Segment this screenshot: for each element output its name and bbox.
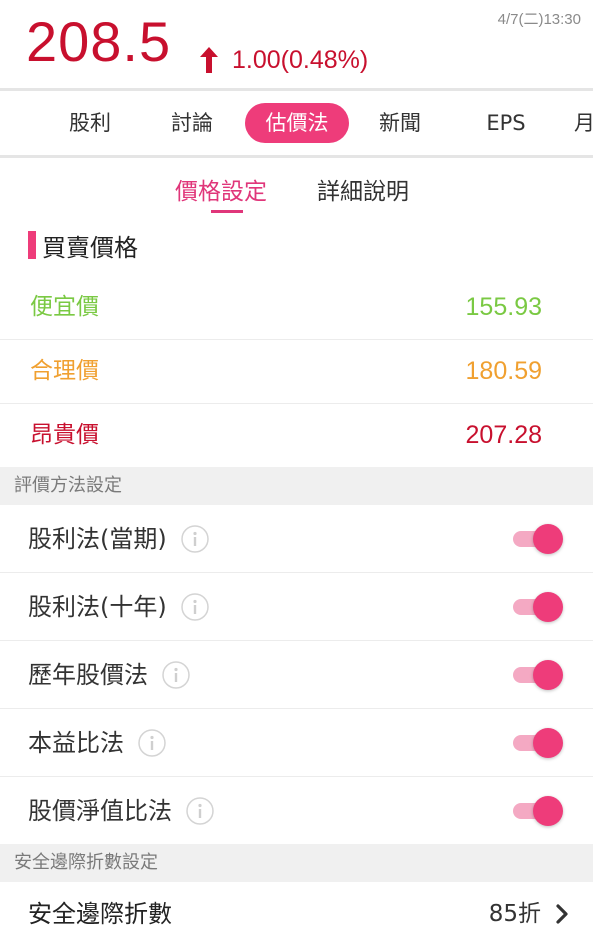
method-label: 股利法(當期) (28, 525, 167, 553)
margin-section-title: 安全邊際折數設定 (14, 852, 158, 873)
method-toggle[interactable] (511, 592, 563, 622)
subtab-details[interactable]: 詳細說明 (317, 176, 409, 208)
method-toggle[interactable] (511, 796, 563, 826)
price-section-header: 買賣價格 (28, 228, 138, 262)
fair-price-label: 合理價 (30, 358, 99, 384)
cheap-price-value: 155.93 (465, 293, 542, 321)
subtab-active-indicator (211, 210, 243, 213)
method-row-dividend-ten-year: 股利法(十年) (0, 573, 593, 641)
toggle-knob (533, 728, 563, 758)
method-toggle[interactable] (511, 524, 563, 554)
sub-tabs: 價格設定 詳細說明 (0, 158, 593, 218)
toggle-knob (533, 660, 563, 690)
info-icon[interactable] (180, 593, 209, 621)
fair-price-value: 180.59 (465, 357, 542, 385)
safety-margin-value: 85折 (488, 901, 541, 927)
method-label: 本益比法 (28, 729, 124, 757)
price-section-title: 買賣價格 (42, 233, 138, 262)
method-toggle[interactable] (511, 728, 563, 758)
safety-margin-row[interactable]: 安全邊際折數 85折 (0, 882, 593, 943)
tab-discussion[interactable]: 討論 (164, 103, 220, 143)
price-change-value: 1.00(0.48%) (232, 46, 369, 74)
tab-news[interactable]: 新聞 (372, 103, 428, 143)
tab-dividend[interactable]: 股利 (62, 103, 118, 143)
tab-bar: 股利 討論 估價法 新聞 EPS 月 (0, 88, 593, 158)
method-row-dividend-current: 股利法(當期) (0, 505, 593, 573)
price-row-cheap: 便宜價 155.93 (0, 275, 593, 340)
tab-valuation[interactable]: 估價法 (245, 103, 349, 143)
expensive-price-value: 207.28 (465, 421, 542, 449)
expensive-price-label: 昂貴價 (30, 422, 99, 448)
methods-section-header: 評價方法設定 (0, 467, 593, 505)
info-icon[interactable] (186, 797, 214, 825)
methods-section-title: 評價方法設定 (14, 475, 122, 496)
method-row-pb-ratio: 股價淨值比法 (0, 777, 593, 844)
toggle-knob (533, 796, 563, 826)
method-row-pe-ratio: 本益比法 (0, 709, 593, 777)
method-label: 歷年股價法 (28, 661, 148, 689)
price-row-fair: 合理價 180.59 (0, 339, 593, 404)
method-toggle[interactable] (511, 660, 563, 690)
price-row-expensive: 昂貴價 207.28 (0, 403, 593, 467)
quote-header: 208.5 1.00(0.48%) 4/7(二)13:30 (0, 0, 593, 88)
info-icon[interactable] (138, 729, 166, 757)
safety-margin-label: 安全邊際折數 (28, 900, 172, 928)
section-accent-bar (28, 231, 36, 259)
arrow-up-icon (200, 47, 218, 73)
price-change: 1.00(0.48%) (198, 42, 368, 78)
margin-section-header: 安全邊際折數設定 (0, 844, 593, 882)
subtab-price-settings[interactable]: 價格設定 (175, 176, 267, 208)
toggle-knob (533, 592, 563, 622)
info-icon[interactable] (180, 525, 209, 553)
quote-timestamp: 4/7(二)13:30 (497, 11, 581, 28)
info-icon[interactable] (162, 661, 190, 689)
stock-price: 208.5 (26, 10, 172, 73)
cheap-price-label: 便宜價 (30, 294, 99, 320)
tab-eps[interactable]: EPS (478, 103, 534, 143)
method-label: 股價淨值比法 (28, 797, 172, 825)
tab-monthly[interactable]: 月 (574, 103, 593, 143)
toggle-knob (533, 524, 563, 554)
method-row-historical-price: 歷年股價法 (0, 641, 593, 709)
chevron-right-icon (556, 904, 568, 924)
method-label: 股利法(十年) (28, 593, 167, 621)
